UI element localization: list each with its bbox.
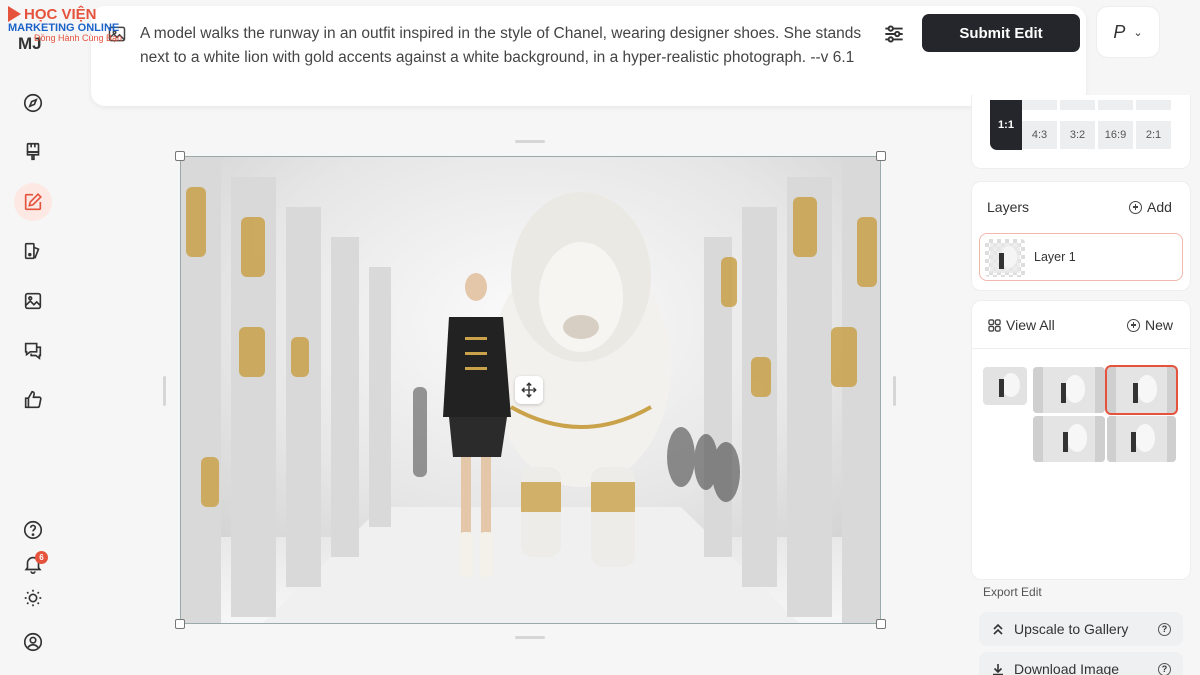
personalize-button[interactable]: [14, 232, 52, 270]
image-icon: [24, 292, 42, 310]
theme-toggle[interactable]: [14, 579, 52, 617]
help-icon[interactable]: ?: [1158, 662, 1171, 675]
download-label: Download Image: [1014, 661, 1120, 675]
edit-icon: [24, 193, 42, 211]
help-icon: [23, 520, 43, 540]
view-all-label: View All: [1006, 317, 1055, 333]
submit-edit-button[interactable]: Submit Edit: [922, 14, 1080, 52]
play-logo-icon: [8, 6, 21, 22]
ratio-cell-top[interactable]: [1136, 100, 1171, 110]
watermark-line1: HỌC VIỆN: [24, 5, 97, 23]
edit-button[interactable]: [14, 183, 52, 221]
layer-label: Layer 1: [1034, 250, 1076, 264]
upscale-to-gallery-button[interactable]: Upscale to Gallery ?: [979, 612, 1183, 646]
canvas-top-edge-handle[interactable]: [515, 140, 545, 143]
notifications-button[interactable]: 6: [14, 545, 52, 583]
compass-icon: [23, 93, 43, 113]
rank-button[interactable]: [14, 381, 52, 419]
chat-icon: [24, 342, 42, 360]
double-chevron-up-icon: [993, 623, 1003, 635]
download-icon: [993, 664, 1003, 675]
prompt-input[interactable]: A model walks the runway in an outfit in…: [140, 22, 870, 70]
left-sidebar: MJ 6: [0, 0, 74, 675]
paintbrush-icon: [26, 142, 40, 161]
move-icon: [521, 382, 537, 398]
plus-circle-icon: [1127, 318, 1140, 332]
resize-handle-bottom-right[interactable]: [876, 619, 886, 629]
upscale-label: Upscale to Gallery: [1014, 621, 1129, 637]
watermark-logo: HỌC VIỆN MARKETING ONLINE Đồng Hành Cùng…: [8, 6, 122, 43]
add-layer-label: Add: [1147, 199, 1172, 215]
ratio-option[interactable]: 4:3: [1022, 121, 1057, 149]
explore-button[interactable]: [14, 84, 52, 122]
profile-dropdown[interactable]: P ⌄: [1096, 6, 1160, 58]
create-button[interactable]: [14, 133, 52, 171]
watermark-line3: Đồng Hành Cùng Bạn: [34, 33, 123, 43]
ratio-cell-top[interactable]: [1098, 100, 1133, 110]
layers-title: Layers: [987, 199, 1030, 215]
thumbs-up-icon: [24, 390, 42, 409]
move-button[interactable]: [515, 376, 543, 404]
palette-icon: [24, 242, 40, 260]
ratio-option[interactable]: 2:1: [1136, 121, 1171, 149]
resize-handle-bottom-left[interactable]: [175, 619, 185, 629]
help-button[interactable]: [14, 511, 52, 549]
profile-icon: [23, 632, 43, 652]
ratio-option[interactable]: 3:2: [1060, 121, 1095, 149]
profile-dropdown-label: P: [1113, 21, 1126, 42]
layer-thumbnail: [985, 239, 1025, 277]
view-all-button[interactable]: View All: [988, 317, 1055, 333]
layer-item[interactable]: Layer 1: [979, 233, 1183, 281]
add-layer-button[interactable]: Add: [1129, 199, 1172, 215]
gallery-thumbnail-selected[interactable]: [1105, 365, 1178, 415]
ratio-cell-top[interactable]: [1060, 100, 1095, 110]
resize-handle-top-left[interactable]: [175, 151, 185, 161]
canvas-left-edge-handle[interactable]: [163, 376, 166, 406]
canvas-right-edge-handle[interactable]: [893, 376, 896, 406]
divider: [972, 348, 1190, 349]
settings-sliders-icon[interactable]: [881, 21, 907, 47]
sun-icon: [24, 589, 42, 607]
resize-handle-top-right[interactable]: [876, 151, 886, 161]
plus-circle-icon: [1129, 200, 1142, 214]
ratio-option[interactable]: 16:9: [1098, 121, 1133, 149]
organize-button[interactable]: [14, 282, 52, 320]
ratio-cell-top[interactable]: [1022, 100, 1057, 110]
download-image-button[interactable]: Download Image ?: [979, 652, 1183, 675]
ratio-option-active[interactable]: 1:1: [990, 100, 1022, 150]
gallery-thumbnail[interactable]: [1033, 416, 1105, 462]
gallery-thumbnail[interactable]: [1033, 367, 1105, 413]
chevron-down-icon: ⌄: [1133, 26, 1143, 39]
profile-button[interactable]: [14, 623, 52, 661]
help-icon[interactable]: ?: [1158, 622, 1171, 636]
chat-button[interactable]: [14, 331, 52, 369]
notification-badge: 6: [35, 551, 48, 564]
new-button[interactable]: New: [1127, 317, 1173, 333]
canvas-bottom-edge-handle[interactable]: [515, 636, 545, 639]
grid-icon: [988, 318, 1001, 332]
new-label: New: [1145, 317, 1174, 333]
gallery-thumbnail[interactable]: [1107, 416, 1176, 462]
gallery-thumbnail[interactable]: [983, 367, 1027, 405]
export-title: Export Edit: [983, 585, 1042, 599]
